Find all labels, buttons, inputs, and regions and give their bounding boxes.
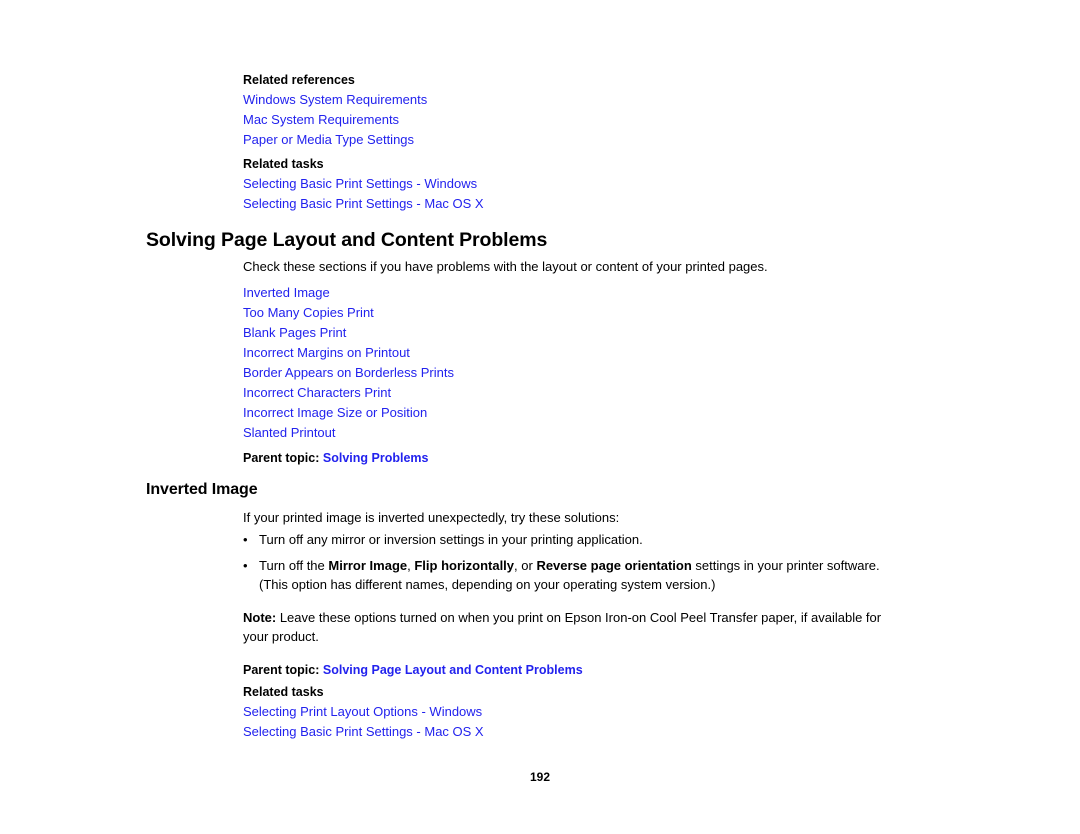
section-heading-wrap: Solving Page Layout and Content Problems <box>146 228 909 252</box>
subsection-intro-text: If your printed image is inverted unexpe… <box>243 510 620 525</box>
bullet-text-1: Turn off any mirror or inversion setting… <box>259 532 643 547</box>
note-label: Note: <box>243 610 277 625</box>
parent-topic-label: Parent topic: <box>243 451 320 465</box>
related-tasks-block-top: Related tasks Selecting Basic Print Sett… <box>243 154 909 214</box>
parent-topic-section: Parent topic: Solving Problems <box>243 448 909 468</box>
link-inverted-image[interactable]: Inverted Image <box>243 283 909 303</box>
related-tasks-label-top: Related tasks <box>243 157 324 171</box>
note-block: Note: Leave these options turned on when… <box>243 608 909 646</box>
bullet-dot-icon: • <box>243 532 248 547</box>
parent-topic-label-2: Parent topic: <box>243 663 320 677</box>
related-tasks-block-bottom: Related tasks Selecting Print Layout Opt… <box>243 682 909 742</box>
link-selecting-print-layout-options-windows[interactable]: Selecting Print Layout Options - Windows <box>243 702 909 722</box>
bullet-item-1: • Turn off any mirror or inversion setti… <box>243 530 909 549</box>
link-too-many-copies-print[interactable]: Too Many Copies Print <box>243 303 909 323</box>
section-intro-wrap: Check these sections if you have problem… <box>243 257 909 276</box>
page-number: 192 <box>529 770 551 784</box>
page-title: Solving Page Layout and Content Problems <box>146 229 548 251</box>
related-tasks-label-bottom: Related tasks <box>243 685 324 699</box>
subsection-title: Inverted Image <box>146 481 258 498</box>
bullet-item-2: • Turn off the Mirror Image, Flip horizo… <box>243 556 908 594</box>
link-slanted-printout[interactable]: Slanted Printout <box>243 423 909 443</box>
link-windows-system-requirements[interactable]: Windows System Requirements <box>243 90 909 110</box>
bullet-dot-icon: • <box>243 558 248 573</box>
subsection-heading-wrap: Inverted Image <box>146 480 909 500</box>
link-incorrect-characters-print[interactable]: Incorrect Characters Print <box>243 383 909 403</box>
link-selecting-basic-print-settings-mac[interactable]: Selecting Basic Print Settings - Mac OS … <box>243 194 909 214</box>
document-page: Related references Windows System Requir… <box>0 0 1080 834</box>
note-text: Leave these options turned on when you p… <box>243 610 882 644</box>
link-blank-pages-print[interactable]: Blank Pages Print <box>243 323 909 343</box>
parent-topic-subsection: Parent topic: Solving Page Layout and Co… <box>243 660 909 680</box>
section-intro-text: Check these sections if you have problem… <box>243 259 768 274</box>
link-incorrect-image-size-or-position[interactable]: Incorrect Image Size or Position <box>243 403 909 423</box>
link-border-appears-on-borderless-prints[interactable]: Border Appears on Borderless Prints <box>243 363 909 383</box>
link-solving-page-layout-and-content-problems[interactable]: Solving Page Layout and Content Problems <box>323 663 583 677</box>
link-solving-problems[interactable]: Solving Problems <box>323 451 429 465</box>
bullet-text-2: Turn off the Mirror Image, Flip horizont… <box>259 558 880 592</box>
link-incorrect-margins-on-printout[interactable]: Incorrect Margins on Printout <box>243 343 909 363</box>
related-references-block: Related references Windows System Requir… <box>243 70 909 150</box>
link-paper-or-media-type-settings[interactable]: Paper or Media Type Settings <box>243 130 909 150</box>
subsection-intro-wrap: If your printed image is inverted unexpe… <box>243 508 909 527</box>
related-references-label: Related references <box>243 73 355 87</box>
link-mac-system-requirements[interactable]: Mac System Requirements <box>243 110 909 130</box>
link-selecting-basic-print-settings-mac-bottom[interactable]: Selecting Basic Print Settings - Mac OS … <box>243 722 909 742</box>
link-selecting-basic-print-settings-windows[interactable]: Selecting Basic Print Settings - Windows <box>243 174 909 194</box>
topic-link-list: Inverted Image Too Many Copies Print Bla… <box>243 283 909 443</box>
